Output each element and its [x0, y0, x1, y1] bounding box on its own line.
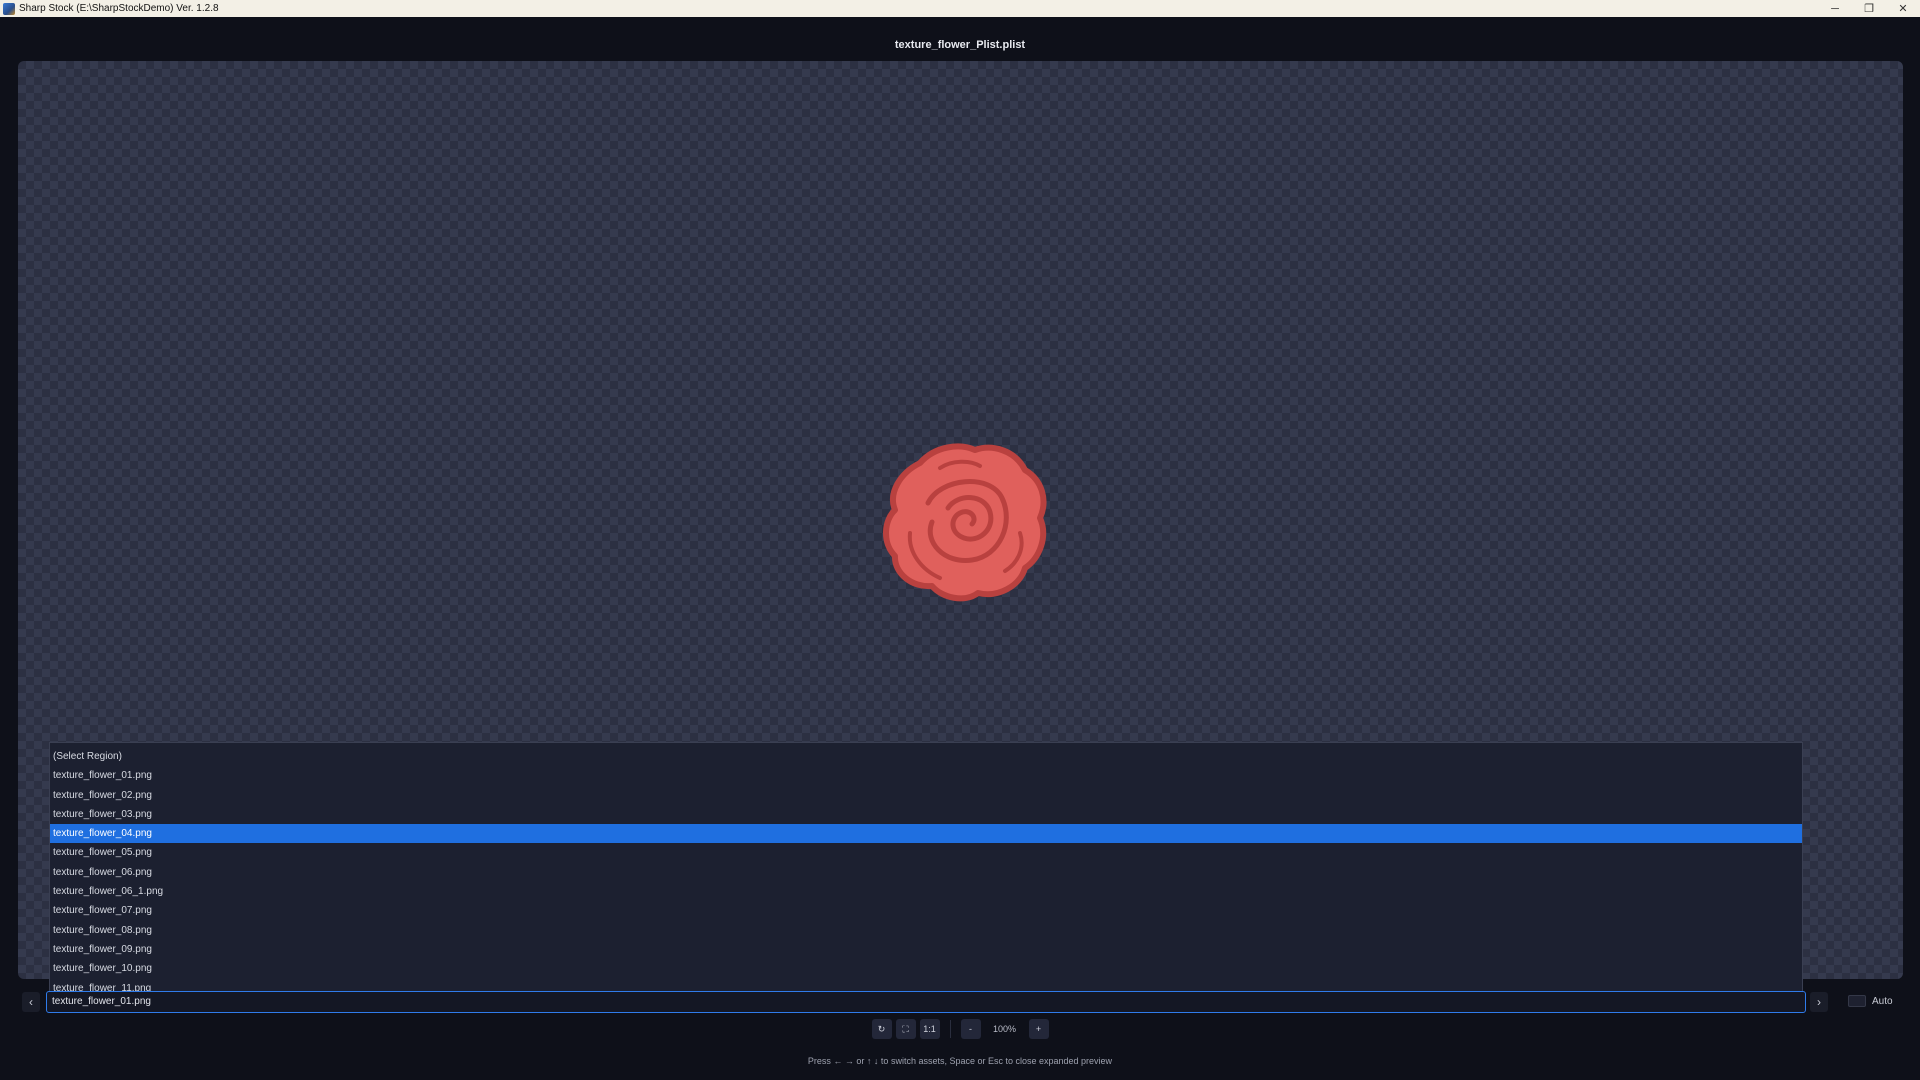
restore-button[interactable]: ❐	[1852, 0, 1886, 17]
region-dropdown-list[interactable]: (Select Region) texture_flower_01.png text…	[49, 742, 1803, 994]
region-select[interactable]: texture_flower_01.png	[46, 991, 1806, 1013]
window-title: Sharp Stock (E:\SharpStockDemo) Ver. 1.2…	[19, 3, 219, 14]
rose-image	[883, 443, 1047, 602]
dropdown-item[interactable]: texture_flower_01.png	[50, 766, 1802, 785]
dropdown-item[interactable]: texture_flower_08.png	[50, 921, 1802, 940]
auto-label: Auto	[1872, 995, 1893, 1007]
app-icon	[3, 2, 15, 15]
dropdown-item[interactable]: texture_flower_07.png	[50, 901, 1802, 920]
toolbar-divider	[949, 1020, 951, 1038]
zoom-level: 100%	[992, 1024, 1017, 1034]
dropdown-item[interactable]: texture_flower_02.png	[50, 786, 1802, 805]
window-controls: ─ ❐ ✕	[1818, 0, 1920, 17]
minimize-button[interactable]: ─	[1818, 0, 1852, 17]
dropdown-item[interactable]: texture_flower_06_1.png	[50, 882, 1802, 901]
chevron-left-icon: ‹	[29, 995, 33, 1009]
dropdown-item[interactable]: texture_flower_06.png	[50, 863, 1802, 882]
fit-screen-icon: ⛶	[902, 1023, 909, 1034]
dropdown-item[interactable]: (Select Region)	[50, 747, 1802, 766]
next-asset-button[interactable]: ›	[1810, 992, 1828, 1012]
reset-view-button[interactable]: ↻	[871, 1019, 892, 1039]
dropdown-item[interactable]: texture_flower_10.png	[50, 959, 1802, 978]
fit-view-button[interactable]: ⛶	[895, 1019, 916, 1039]
refresh-icon: ↻	[877, 1023, 886, 1034]
zoom-in-button[interactable]: +	[1028, 1019, 1049, 1039]
prev-asset-button[interactable]: ‹	[22, 992, 40, 1012]
zoom-toolbar: ↻ ⛶ 1:1 - 100% +	[0, 1018, 1920, 1040]
dropdown-item[interactable]: texture_flower_05.png	[50, 843, 1802, 862]
dropdown-item[interactable]: texture_flower_04.png	[50, 824, 1802, 844]
dropdown-item[interactable]: texture_flower_03.png	[50, 805, 1802, 824]
chevron-right-icon: ›	[1817, 995, 1821, 1009]
auto-toggle[interactable]: Auto	[1848, 995, 1893, 1007]
auto-checkbox[interactable]	[1848, 995, 1866, 1007]
dropdown-item[interactable]: texture_flower_09.png	[50, 940, 1802, 959]
zoom-out-button[interactable]: -	[960, 1019, 981, 1039]
close-button[interactable]: ✕	[1886, 0, 1920, 17]
asset-nav-row: ‹ texture_flower_01.png › Auto	[18, 991, 1903, 1013]
region-select-value: texture_flower_01.png	[52, 996, 151, 1007]
window-titlebar: Sharp Stock (E:\SharpStockDemo) Ver. 1.2…	[0, 0, 1920, 17]
actual-size-button[interactable]: 1:1	[919, 1019, 940, 1039]
keyboard-hint: Press ← → or ↑ ↓ to switch assets, Space…	[807, 1056, 1113, 1066]
preview-header: texture_flower_Plist.plist	[0, 37, 1920, 53]
preview-file-name: texture_flower_Plist.plist	[894, 39, 1026, 51]
